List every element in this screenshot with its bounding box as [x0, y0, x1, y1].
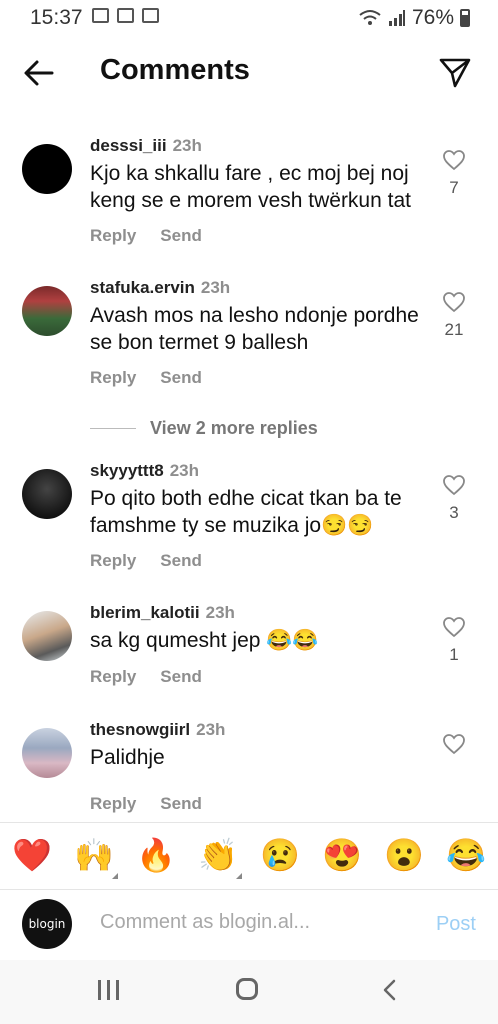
- comment-meta: blerim_kalotii 23h: [90, 603, 235, 623]
- view-more-replies[interactable]: View 2 more replies: [90, 418, 318, 439]
- avatar[interactable]: [22, 469, 72, 519]
- reply-button[interactable]: Reply: [90, 667, 136, 687]
- comment-meta: skyyyttt8 23h: [90, 461, 199, 481]
- comment-username[interactable]: thesnowgiirl: [90, 720, 190, 739]
- comment-time: 23h: [169, 461, 200, 480]
- comments-header: Comments: [0, 44, 498, 100]
- comment-actions: Reply Send: [90, 368, 202, 388]
- like-count: 7: [449, 178, 459, 197]
- send-button[interactable]: Send: [160, 794, 202, 814]
- comment-input[interactable]: [100, 911, 390, 934]
- signal-icon: [388, 10, 405, 26]
- skin-tone-indicator-icon: [112, 873, 118, 879]
- status-bar: 15:37 76%: [0, 0, 498, 36]
- system-navigation-bar: [0, 960, 498, 1024]
- avatar[interactable]: [22, 144, 72, 194]
- battery-percent: 76%: [411, 6, 454, 29]
- emoji-surprised-button[interactable]: 😮: [384, 837, 424, 873]
- comment-meta: stafuka.ervin 23h: [90, 278, 230, 298]
- heart-icon[interactable]: [442, 473, 466, 497]
- comment-time: 23h: [205, 603, 235, 622]
- send-button[interactable]: Send: [160, 368, 202, 388]
- system-back-icon[interactable]: [378, 978, 402, 1002]
- like-count: 3: [449, 503, 459, 522]
- back-arrow-icon[interactable]: [22, 56, 56, 90]
- divider: [90, 428, 136, 429]
- my-avatar: blogin: [22, 899, 72, 949]
- comment-text: Po qito both edhe cicat tkan ba te famsh…: [90, 487, 402, 537]
- heart-icon[interactable]: [442, 732, 466, 756]
- status-right: 76%: [358, 6, 470, 30]
- comment-actions: Reply Send: [90, 667, 202, 687]
- emoji-crying-button[interactable]: 😢: [260, 837, 300, 873]
- home-icon[interactable]: [236, 978, 258, 1000]
- status-time: 15:37: [30, 6, 83, 29]
- comment-actions: Reply Send: [90, 794, 202, 814]
- heart-icon[interactable]: [442, 290, 466, 314]
- send-button[interactable]: Send: [160, 667, 202, 687]
- emoji-heart-eyes-button[interactable]: 😍: [322, 837, 362, 873]
- comment-text: Avash mos na lesho ndonje pordhe se bon …: [90, 304, 419, 354]
- like-count: 1: [449, 645, 459, 664]
- comment-username[interactable]: desssi_iii: [90, 136, 167, 155]
- emoji-raised-hands-button[interactable]: 🙌: [74, 837, 114, 873]
- comment-text: sa kg qumesht jep 😂😂: [90, 629, 319, 652]
- avatar[interactable]: [22, 728, 72, 778]
- skin-tone-indicator-icon: [236, 873, 242, 879]
- comment-username[interactable]: stafuka.ervin: [90, 278, 195, 297]
- heart-icon[interactable]: [442, 148, 466, 172]
- screenshot-notification-icon: [142, 8, 159, 23]
- comment-time: 23h: [196, 720, 226, 739]
- comment-text: Palidhje: [90, 746, 165, 769]
- emoji-clap-button[interactable]: 👏: [198, 837, 238, 873]
- avatar[interactable]: [22, 611, 72, 661]
- emoji-fire-button[interactable]: 🔥: [136, 837, 176, 873]
- battery-icon: [460, 9, 470, 27]
- emoji-laughing-button[interactable]: 😂: [446, 837, 486, 873]
- reply-button[interactable]: Reply: [90, 226, 136, 246]
- view-more-replies-label[interactable]: View 2 more replies: [150, 418, 318, 439]
- comment-username[interactable]: blerim_kalotii: [90, 603, 200, 622]
- app-notification-icon: [117, 8, 134, 23]
- page-title: Comments: [100, 54, 250, 86]
- comment-actions: Reply Send: [90, 226, 202, 246]
- avatar-logo-text: blogin: [28, 917, 66, 931]
- wifi-icon: [359, 10, 381, 25]
- send-button[interactable]: Send: [160, 551, 202, 571]
- comment-meta: thesnowgiirl 23h: [90, 720, 225, 740]
- direct-message-icon[interactable]: [438, 56, 472, 90]
- like-count: 21: [444, 320, 464, 339]
- recent-apps-icon[interactable]: [98, 980, 119, 1000]
- status-notification-icons: [92, 8, 159, 23]
- comment-actions: Reply Send: [90, 551, 202, 571]
- comment-meta: desssi_iii 23h: [90, 136, 202, 156]
- comment-time: 23h: [172, 136, 202, 155]
- reply-button[interactable]: Reply: [90, 368, 136, 388]
- reply-button[interactable]: Reply: [90, 794, 136, 814]
- gallery-notification-icon: [92, 8, 109, 23]
- comment-time: 23h: [200, 278, 231, 297]
- avatar[interactable]: [22, 286, 72, 336]
- send-button[interactable]: Send: [160, 226, 202, 246]
- emoji-quick-bar: ❤️ 🙌 🔥 👏 😢 😍 😮 😂: [0, 822, 498, 890]
- comment-username[interactable]: skyyyttt8: [90, 461, 164, 480]
- emoji-heart-button[interactable]: ❤️: [12, 837, 52, 873]
- comment-composer: blogin Post: [0, 889, 498, 959]
- post-button[interactable]: Post: [436, 913, 476, 936]
- reply-button[interactable]: Reply: [90, 551, 136, 571]
- heart-icon[interactable]: [442, 615, 466, 639]
- comment-text: Kjo ka shkallu fare , ec moj bej noj ken…: [90, 162, 411, 212]
